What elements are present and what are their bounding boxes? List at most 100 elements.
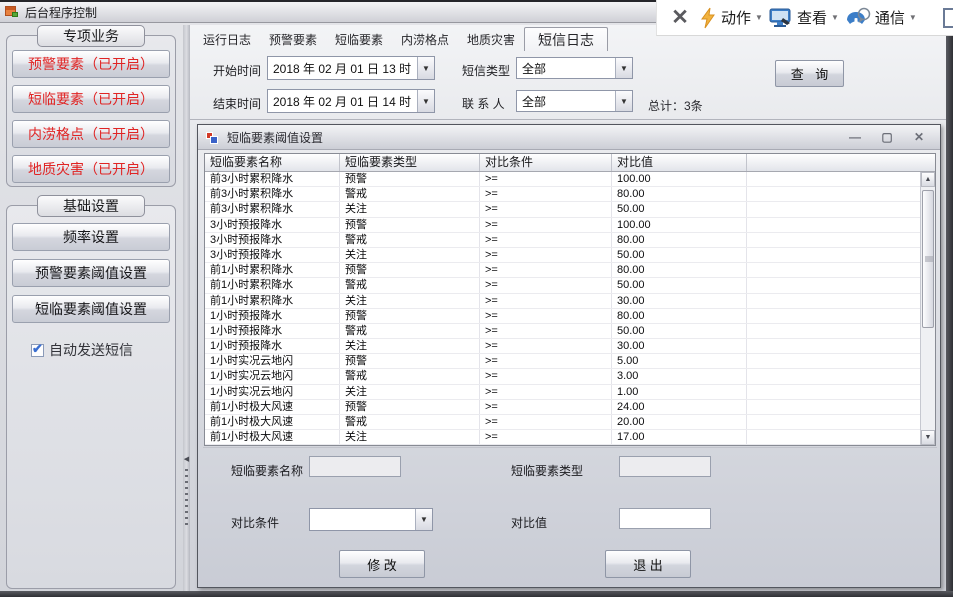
toolbar-item-actions[interactable]: 动作 ▼: [699, 7, 763, 29]
special-feature-button[interactable]: 内涝格点（已开启）: [12, 120, 170, 148]
toolbar-item-view[interactable]: 查看 ▼: [769, 7, 839, 29]
total-count-text: 总计：3条: [648, 97, 703, 114]
chevron-down-icon[interactable]: ▼: [615, 91, 632, 111]
chevron-down-icon[interactable]: ▼: [415, 509, 432, 530]
tab[interactable]: 内涝格点: [392, 29, 458, 51]
cell-condition: >=: [480, 309, 612, 323]
table-row[interactable]: 前3小时累积降水 警戒 >= 80.00: [205, 187, 935, 202]
cell-element-type: 关注: [340, 202, 480, 216]
cell-element-name: 前1小时极大风速: [205, 415, 340, 429]
element-type-field[interactable]: [619, 456, 711, 477]
special-feature-button[interactable]: 短临要素（已开启）: [12, 85, 170, 113]
exit-button[interactable]: 退 出: [605, 550, 691, 578]
table-row[interactable]: 前1小时累积降水 预警 >= 80.00: [205, 263, 935, 278]
scrollbar-thumb[interactable]: [922, 190, 934, 328]
table-row[interactable]: 前1小时极大风速 关注 >= 17.00: [205, 430, 935, 445]
table-scrollbar[interactable]: ▲ ▼: [920, 172, 935, 445]
cell-filler: [747, 294, 935, 308]
table-row[interactable]: 前1小时极大风速 预警 >= 24.00: [205, 400, 935, 415]
table-rows: 前3小时累积降水 预警 >= 100.00 前3小时累积降水 警戒 >=: [205, 172, 935, 445]
column-header-filler: [747, 154, 935, 171]
table-row[interactable]: 3小时预报降水 警戒 >= 80.00: [205, 233, 935, 248]
cell-element-type: 关注: [340, 430, 480, 444]
start-time-label: 开始时间: [213, 62, 261, 79]
maximize-icon[interactable]: ▢: [880, 130, 894, 144]
contact-combobox[interactable]: 全部 ▼: [516, 90, 633, 112]
basic-setting-button[interactable]: 短临要素阈值设置: [12, 295, 170, 323]
threshold-dialog: 短临要素阈值设置 — ▢ ✕ 短临要素名称 短临要素类型 对比条件 对比值: [197, 124, 941, 588]
minimize-icon[interactable]: —: [848, 130, 862, 144]
column-header[interactable]: 对比条件: [480, 154, 612, 171]
splitter-collapse-icon[interactable]: ◀: [183, 455, 190, 463]
cell-element-name: 前3小时累积降水: [205, 187, 340, 201]
table-row[interactable]: 1小时实况云地闪 警戒 >= 3.00: [205, 369, 935, 384]
cell-condition: >=: [480, 172, 612, 186]
auto-sms-row: ✔ 自动发送短信: [31, 340, 133, 360]
scrollbar-track[interactable]: [921, 187, 935, 430]
cell-filler: [747, 415, 935, 429]
partial-toolbar-icon[interactable]: [943, 8, 953, 28]
special-feature-button[interactable]: 预警要素（已开启）: [12, 50, 170, 78]
cell-element-type: 警戒: [340, 233, 480, 247]
chevron-down-icon[interactable]: ▼: [417, 57, 434, 79]
column-header[interactable]: 短临要素名称: [205, 154, 340, 171]
table-row[interactable]: 前3小时累积降水 关注 >= 50.00: [205, 202, 935, 217]
table-row[interactable]: 前1小时累积降水 警戒 >= 50.00: [205, 278, 935, 293]
threshold-table: 短临要素名称 短临要素类型 对比条件 对比值 前3小时累积降水 预警 >=: [204, 153, 936, 446]
cell-element-name: 前1小时累积降水: [205, 294, 340, 308]
auto-sms-checkbox[interactable]: ✔: [31, 344, 44, 357]
window-title: 后台程序控制: [25, 4, 97, 21]
table-row[interactable]: 3小时预报降水 预警 >= 100.00: [205, 218, 935, 233]
table-row[interactable]: 1小时实况云地闪 关注 >= 1.00: [205, 385, 935, 400]
element-name-field[interactable]: [309, 456, 401, 477]
sms-type-combobox[interactable]: 全部 ▼: [516, 57, 633, 79]
start-time-value: 2018 年 02 月 01 日 13 时: [268, 60, 417, 77]
tab[interactable]: 短临要素: [326, 29, 392, 51]
chevron-down-icon[interactable]: ▼: [615, 58, 632, 78]
close-icon[interactable]: ✕: [912, 130, 926, 144]
scroll-down-icon[interactable]: ▼: [921, 430, 935, 445]
tab[interactable]: 地质灾害: [458, 29, 524, 51]
table-row[interactable]: 1小时预报降水 关注 >= 30.00: [205, 339, 935, 354]
dialog-titlebar[interactable]: 短临要素阈值设置 — ▢ ✕: [198, 125, 940, 150]
tab[interactable]: 预警要素: [260, 29, 326, 51]
tab[interactable]: 运行日志: [194, 29, 260, 51]
column-header[interactable]: 对比值: [612, 154, 747, 171]
table-row[interactable]: 前1小时累积降水 关注 >= 30.00: [205, 294, 935, 309]
compare-value-field[interactable]: [619, 508, 711, 529]
basic-setting-button[interactable]: 频率设置: [12, 223, 170, 251]
cell-filler: [747, 385, 935, 399]
cell-value: 24.00: [612, 400, 747, 414]
end-time-value: 2018 年 02 月 01 日 14 时: [268, 93, 417, 110]
chevron-down-icon: ▼: [755, 13, 763, 22]
table-row[interactable]: 前3小时累积降水 预警 >= 100.00: [205, 172, 935, 187]
filter-divider: [190, 119, 946, 120]
condition-combobox[interactable]: ▼: [309, 508, 433, 531]
special-feature-button[interactable]: 地质灾害（已开启）: [12, 155, 170, 183]
sidebar-splitter[interactable]: ◀: [183, 25, 190, 591]
chevron-down-icon[interactable]: ▼: [417, 90, 434, 112]
cell-condition: >=: [480, 400, 612, 414]
end-time-combobox[interactable]: 2018 年 02 月 01 日 14 时 ▼: [267, 89, 435, 113]
table-row[interactable]: 1小时预报降水 警戒 >= 50.00: [205, 324, 935, 339]
cell-condition: >=: [480, 202, 612, 216]
cell-element-name: 3小时预报降水: [205, 248, 340, 262]
table-row[interactable]: 1小时实况云地闪 预警 >= 5.00: [205, 354, 935, 369]
tab[interactable]: 短信日志: [524, 27, 608, 51]
column-header[interactable]: 短临要素类型: [340, 154, 480, 171]
start-time-combobox[interactable]: 2018 年 02 月 01 日 13 时 ▼: [267, 56, 435, 80]
modify-button[interactable]: 修 改: [339, 550, 425, 578]
cell-condition: >=: [480, 263, 612, 277]
close-icon[interactable]: ✕: [667, 5, 693, 30]
cell-filler: [747, 202, 935, 216]
table-row[interactable]: 3小时预报降水 关注 >= 50.00: [205, 248, 935, 263]
sms-type-label: 短信类型: [462, 62, 510, 79]
auto-sms-label: 自动发送短信: [49, 340, 133, 360]
table-row[interactable]: 前1小时极大风速 警戒 >= 20.00: [205, 415, 935, 430]
basic-setting-button[interactable]: 预警要素阈值设置: [12, 259, 170, 287]
cell-value: 30.00: [612, 339, 747, 353]
scroll-up-icon[interactable]: ▲: [921, 172, 935, 187]
table-row[interactable]: 1小时预报降水 预警 >= 80.00: [205, 309, 935, 324]
query-button[interactable]: 查 询: [775, 60, 844, 87]
toolbar-item-comm[interactable]: 通信 ▼: [845, 7, 917, 29]
